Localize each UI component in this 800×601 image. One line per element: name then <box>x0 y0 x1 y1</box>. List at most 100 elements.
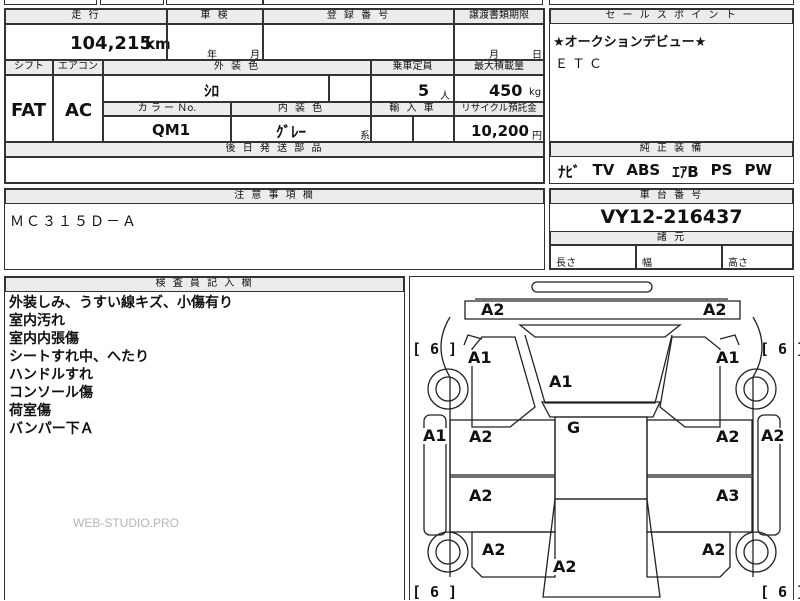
notes-box: 注 意 事 項 欄 ＭＣ３１５Ｄ－Ａ <box>4 188 545 270</box>
sales-points-label: セ ー ル ス ポ イ ン ト <box>550 9 793 24</box>
import-label: 輸 入 車 <box>371 102 454 116</box>
remark-line: シートすれ中、へたり <box>9 349 149 365</box>
transfer-month-unit: 月 <box>489 50 499 61</box>
interior-cell: ｸﾞﾚｰ 系 <box>231 116 371 142</box>
damage-hood: A1 <box>548 372 574 391</box>
damage-front-door-left: A2 <box>468 427 494 446</box>
interior-label: 内 装 色 <box>231 102 371 116</box>
import-cell-a <box>371 116 413 142</box>
capacity-value: 5 <box>418 81 430 100</box>
damage-front-bumper-left: A2 <box>480 300 506 319</box>
color-no-cell: QM1 <box>103 116 231 142</box>
damage-rear-quarter-right: A2 <box>701 540 727 559</box>
notes-value: ＭＣ３１５Ｄ－Ａ <box>10 214 138 230</box>
right-front-wheel <box>735 368 777 410</box>
notes-label: 注 意 事 項 欄 <box>5 189 544 204</box>
car-diagram-box: [ 6 ] [ 6 ] [ 6 ] [ 6 ] A2 A2 A1 A1 A1 G… <box>409 276 800 600</box>
max-load-label: 最大積載量 <box>454 60 544 75</box>
inspector-remarks: 外装しみ、うすい線キズ、小傷有り 室内汚れ 室内内張傷 シートすれ中、へたり ハ… <box>9 294 233 438</box>
tire-mark-left-front: [ 6 ] <box>412 340 458 358</box>
inspector-label: 検 査 員 記 入 欄 <box>5 277 404 292</box>
transfer-label: 譲渡書類期限 <box>454 9 544 24</box>
front-outline <box>464 300 741 320</box>
color-no-value: QM1 <box>152 121 191 139</box>
remark-line: 荷室傷 <box>9 403 51 419</box>
aircon-cell: AC <box>53 75 103 142</box>
watermark: WEB-STUDIO.PRO <box>73 516 180 530</box>
max-load-cell: 450 kg <box>454 75 544 102</box>
equipment-box: 純 正 装 備 ﾅﾋﾞ TV ABS ｴｱB PS PW <box>549 141 794 184</box>
remark-line: ハンドルすれ <box>9 367 93 383</box>
header-cell-4 <box>263 0 543 5</box>
equipment-label: 純 正 装 備 <box>550 142 793 157</box>
damage-pillar-right: A2 <box>760 426 786 445</box>
dimensions-label: 諸 元 <box>550 231 793 245</box>
length-label: 長さ <box>556 258 576 269</box>
height-cell: 高さ <box>722 245 793 269</box>
chassis-box: 車 台 番 号 VY12-216437 諸 元 長さ 幅 高さ <box>549 188 794 270</box>
damage-front-bumper-right: A2 <box>702 300 728 319</box>
later-parts-label: 後 日 発 送 部 品 <box>5 142 544 157</box>
chassis-value: VY12-216437 <box>600 206 743 228</box>
capacity-cell: 5 人 <box>371 75 454 102</box>
damage-rear-door-right: A3 <box>715 486 741 505</box>
chassis-label: 車 台 番 号 <box>550 189 793 204</box>
roof-front-panel <box>540 401 662 418</box>
shaken-year-unit: 年 <box>207 50 217 61</box>
capacity-unit: 人 <box>440 91 450 102</box>
header-cell-3 <box>166 0 263 5</box>
recycle-label: リサイクル預託金 <box>454 102 544 116</box>
sales-point-line-2: ＥＴＣ <box>555 57 607 72</box>
damage-front-fender-right: A1 <box>715 348 741 367</box>
mileage-cell: 104,215 km <box>5 24 171 60</box>
equipment-item: ｴｱB <box>672 163 699 181</box>
length-cell: 長さ <box>550 245 636 269</box>
shift-value: FAT <box>11 100 47 121</box>
later-parts-cell <box>5 157 544 183</box>
transfer-day-unit: 日 <box>532 50 542 61</box>
color-no-label: カ ラ ー Ｎo. <box>103 102 231 116</box>
equipment-item: PW <box>744 161 772 179</box>
damage-pillar-left: A1 <box>422 426 448 445</box>
exterior-extra-cell <box>329 75 371 102</box>
left-front-door <box>449 419 556 476</box>
remark-line: バンパー下Ａ <box>9 421 94 437</box>
shaken-month-unit: 月 <box>250 50 260 61</box>
tailgate-panel <box>542 498 661 598</box>
left-rear-door <box>449 476 556 533</box>
exterior-cell: ｼﾛ <box>103 75 329 102</box>
shaken-cell: 年 月 <box>167 24 263 61</box>
right-rear-wheel <box>735 531 777 573</box>
height-label: 高さ <box>728 258 748 269</box>
aircon-value: AC <box>65 100 93 121</box>
front-bumper-bar <box>531 281 653 293</box>
damage-roof: G <box>566 418 582 437</box>
header-cell-2 <box>100 0 164 5</box>
equipment-list: ﾅﾋﾞ TV ABS ｴｱB PS PW <box>558 161 772 181</box>
shift-cell: FAT <box>5 75 53 142</box>
header-cell-1 <box>4 0 97 5</box>
damage-tailgate: A2 <box>552 557 578 576</box>
transfer-cell: 月 日 <box>454 24 544 61</box>
max-load-unit: kg <box>529 87 542 98</box>
aircon-label: エアコン <box>53 60 103 75</box>
damage-front-door-right: A2 <box>715 427 741 446</box>
shaken-label: 車 検 <box>167 9 263 24</box>
right-front-fender <box>659 336 721 428</box>
interior-value: ｸﾞﾚｰ <box>276 123 307 141</box>
recycle-unit: 円 <box>532 131 542 142</box>
exterior-value: ｼﾛ <box>204 82 220 100</box>
capacity-label: 乗車定員 <box>371 60 454 75</box>
remark-line: 室内汚れ <box>9 313 65 329</box>
header-cell-5 <box>549 0 794 5</box>
registration-cell <box>263 24 454 60</box>
remark-line: コンソール傷 <box>9 385 93 401</box>
remark-line: 外装しみ、うすい線キズ、小傷有り <box>9 295 233 311</box>
registration-label: 登 録 番 号 <box>263 9 454 24</box>
hood-panel <box>518 324 682 338</box>
left-rear-wheel <box>427 531 469 573</box>
vehicle-info-grid: 走 行 車 検 登 録 番 号 譲渡書類期限 104,215 km 年 月 月 … <box>4 8 545 184</box>
equipment-item: ﾅﾋﾞ <box>558 163 581 181</box>
equipment-item: TV <box>592 161 615 179</box>
sales-points-box: セ ー ル ス ポ イ ン ト ★オークションデビュー★ ＥＴＣ <box>549 8 794 154</box>
